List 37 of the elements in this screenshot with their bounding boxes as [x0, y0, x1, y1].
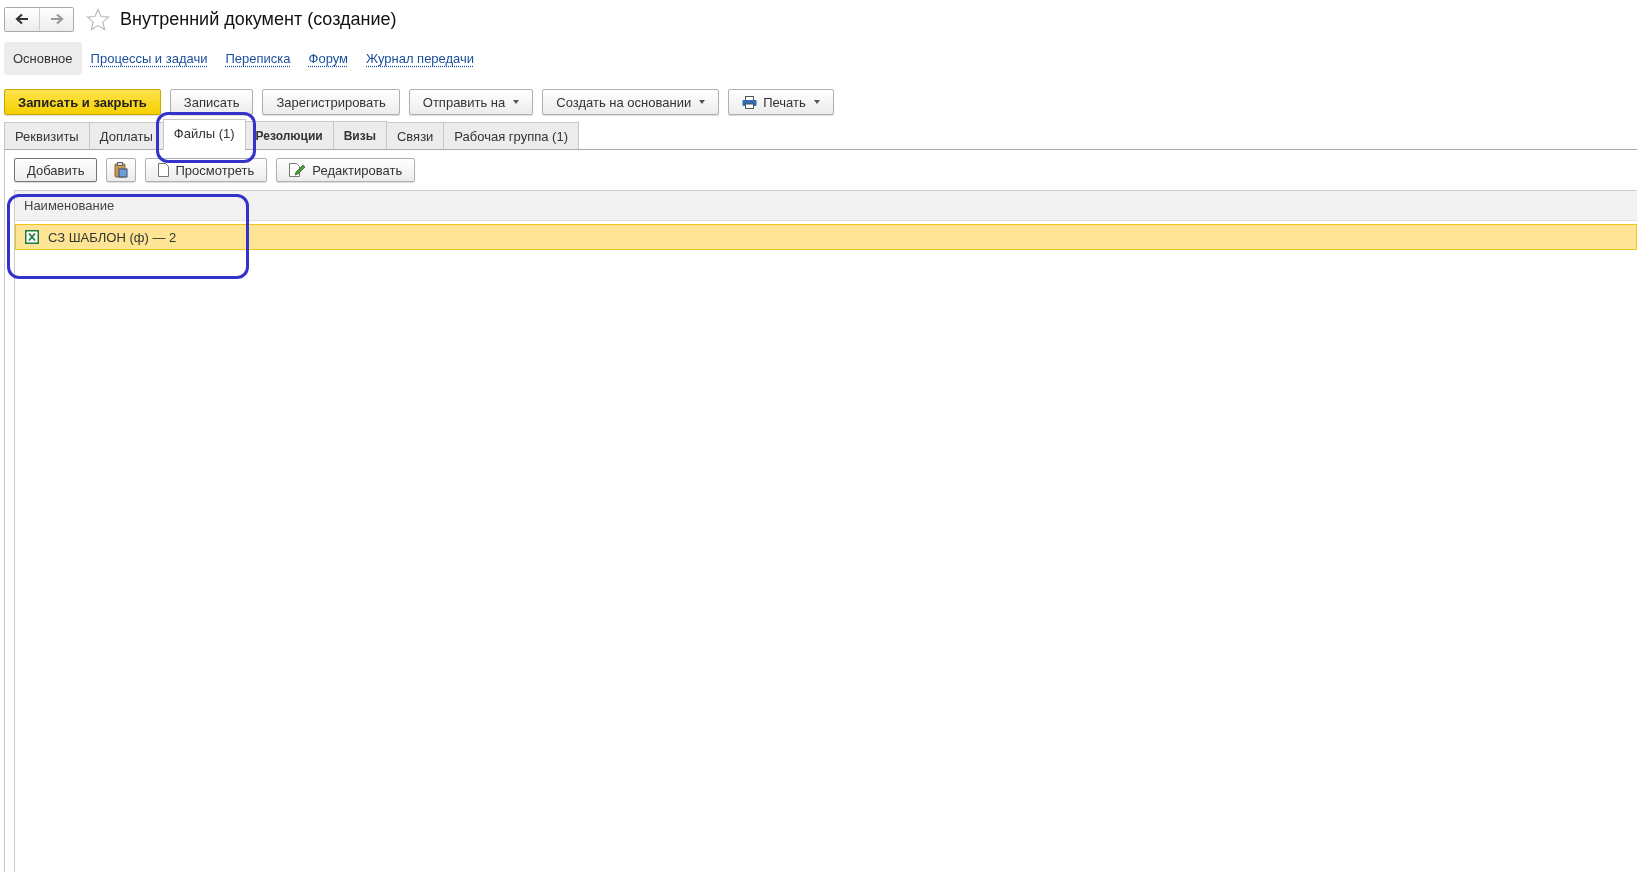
caret-icon — [813, 100, 820, 104]
table-row[interactable]: СЗ ШАБЛОН (ф) — 2 — [15, 224, 1637, 250]
window-title: Внутренний документ (создание) — [120, 8, 397, 30]
back-button[interactable] — [5, 7, 39, 31]
favorite-star-icon[interactable] — [86, 7, 110, 31]
save-and-close-button[interactable]: Записать и закрыть — [4, 89, 161, 115]
left-arrow-icon — [15, 13, 29, 25]
toolbar-button[interactable]: Зарегистрировать — [262, 89, 400, 115]
right-arrow-icon — [49, 13, 64, 25]
add-button[interactable]: Добавить — [14, 158, 98, 182]
tab[interactable]: Визы — [332, 121, 387, 150]
edit-button[interactable]: Редактировать — [276, 158, 416, 182]
spreadsheet-file-icon — [25, 230, 39, 244]
section-link[interactable]: Переписка — [216, 41, 300, 75]
document-icon — [158, 163, 170, 177]
tab[interactable]: Рабочая группа (1) — [443, 122, 579, 150]
section-link[interactable]: Процессы и задачи — [81, 41, 217, 75]
document-pencil-icon — [289, 162, 307, 178]
paste-button[interactable] — [106, 158, 137, 182]
printer-icon — [742, 95, 758, 109]
section-link[interactable]: Журнал передачи — [357, 41, 484, 75]
tab[interactable]: Реквизиты — [4, 122, 90, 150]
caret-icon — [513, 100, 520, 104]
dropdown-button[interactable]: Отправить на — [408, 89, 534, 115]
tab[interactable]: Связи — [385, 122, 445, 150]
tab[interactable]: Файлы (1) — [162, 119, 246, 150]
column-header: Наименование — [23, 198, 115, 213]
tab[interactable]: Доплаты — [88, 122, 164, 150]
table-cell: СЗ ШАБЛОН (ф) — 2 — [48, 229, 177, 245]
section-tab[interactable]: Основное — [4, 41, 82, 75]
section-link[interactable]: Форум — [299, 41, 358, 75]
print-button[interactable]: Печать — [728, 89, 834, 115]
caret-icon — [699, 100, 706, 104]
tab[interactable]: Резолюции — [244, 121, 334, 150]
dropdown-button[interactable]: Создать на основании — [542, 89, 720, 115]
toolbar-button[interactable]: Записать — [169, 89, 254, 115]
clipboard-icon — [114, 162, 129, 178]
